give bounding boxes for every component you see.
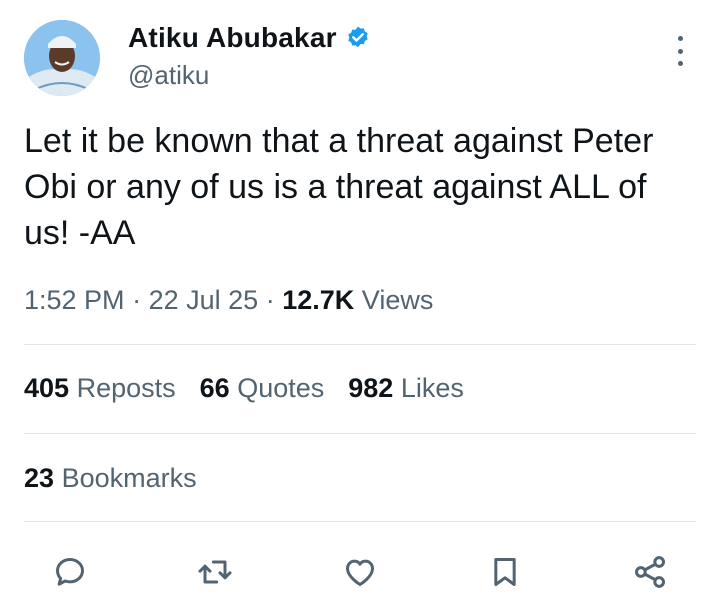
share-button[interactable]: [628, 550, 672, 594]
share-icon: [635, 556, 665, 588]
quotes-count: 66: [199, 373, 230, 403]
reposts-stat[interactable]: 405 Reposts: [24, 373, 176, 404]
author-name-row: Atiku Abubakar: [128, 22, 371, 54]
reply-button[interactable]: [48, 550, 92, 594]
author-display-name[interactable]: Atiku Abubakar: [128, 22, 337, 54]
tweet-text: Let it be known that a threat against Pe…: [24, 122, 654, 252]
reposts-count: 405: [24, 373, 70, 403]
bookmarks-label: Bookmarks: [61, 463, 197, 493]
tweet-date[interactable]: 22 Jul 25: [149, 285, 259, 315]
like-button[interactable]: [338, 550, 382, 594]
repost-icon: [198, 560, 232, 584]
more-options-icon[interactable]: [670, 36, 690, 66]
meta-separator: ·: [265, 285, 275, 315]
author-handle[interactable]: @atiku: [128, 60, 209, 91]
avatar-image: [24, 20, 100, 96]
action-bar: [48, 550, 672, 594]
meta-separator: ·: [132, 285, 142, 315]
divider: [24, 521, 696, 522]
like-icon: [346, 559, 374, 586]
tweet-meta: 1:52 PM · 22 Jul 25 · 12.7K Views: [24, 285, 433, 316]
quotes-stat[interactable]: 66 Quotes: [200, 373, 325, 404]
avatar[interactable]: [24, 20, 100, 96]
verified-badge-icon: [345, 25, 371, 51]
repost-button[interactable]: [193, 550, 237, 594]
tweet-time[interactable]: 1:52 PM: [24, 285, 125, 315]
likes-stat[interactable]: 982 Likes: [348, 373, 464, 404]
bookmarks-count: 23: [24, 463, 55, 493]
bookmark-icon: [494, 558, 516, 586]
quotes-label: Quotes: [237, 373, 325, 403]
reply-icon: [56, 558, 84, 586]
engagement-stats: 405 Reposts 66 Quotes 982 Likes: [24, 373, 464, 404]
likes-count: 982: [348, 373, 394, 403]
views-label: Views: [361, 285, 434, 315]
views-count: 12.7K: [282, 285, 355, 315]
likes-label: Likes: [400, 373, 464, 403]
bookmark-button[interactable]: [483, 550, 527, 594]
divider: [24, 344, 696, 345]
bookmarks-stat[interactable]: 23 Bookmarks: [24, 463, 197, 494]
divider: [24, 433, 696, 434]
reposts-label: Reposts: [76, 373, 176, 403]
